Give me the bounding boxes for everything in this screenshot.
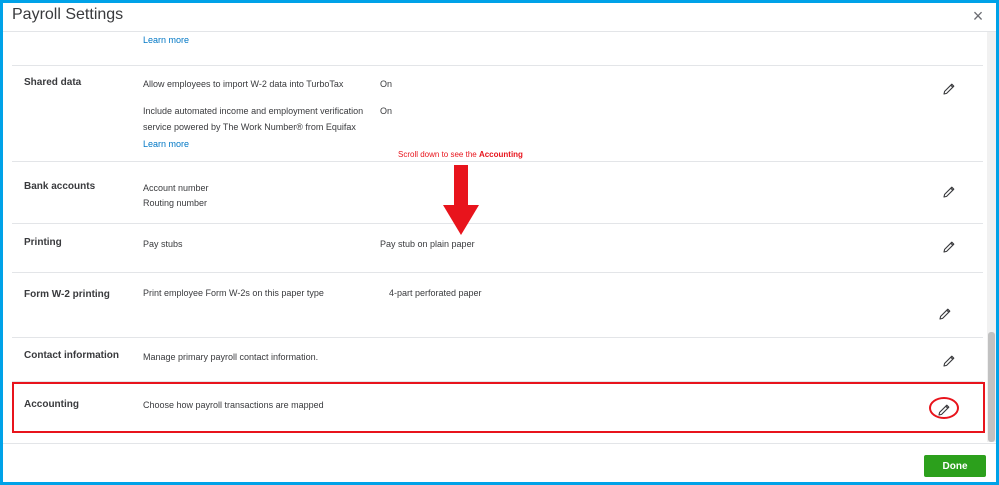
pencil-icon[interactable] xyxy=(942,82,956,96)
setting-value: On xyxy=(380,106,393,116)
setting-desc: Account number xyxy=(143,183,209,193)
done-button[interactable]: Done xyxy=(924,455,986,477)
scrollbar[interactable] xyxy=(987,32,996,442)
setting-value: On xyxy=(380,79,393,89)
pencil-icon[interactable] xyxy=(942,354,956,368)
section-shared-data: Shared data Allow employees to import W-… xyxy=(12,65,983,162)
section-label: Printing xyxy=(24,237,62,248)
section-label: Contact information xyxy=(24,350,119,361)
section-label: Bank accounts xyxy=(24,181,96,192)
section-printing: Printing Pay stubs Pay stub on plain pap… xyxy=(12,223,983,273)
pencil-icon[interactable] xyxy=(938,307,952,321)
payroll-settings-window: Payroll Settings × Learn more Shared dat… xyxy=(3,3,996,482)
section-label: Shared data xyxy=(24,77,82,88)
annotation-text: Scroll down to see the Accounting xyxy=(398,150,523,159)
pencil-icon[interactable] xyxy=(942,240,956,254)
section-w2-printing: Form W-2 printing Print employee Form W-… xyxy=(12,272,983,338)
setting-desc: Routing number xyxy=(143,198,208,208)
top-partial-row: Learn more xyxy=(12,32,983,66)
setting-desc: Manage primary payroll contact informati… xyxy=(143,352,319,362)
setting-desc: Allow employees to import W-2 data into … xyxy=(143,79,344,89)
section-bank-accounts: Bank accounts Account number Routing num… xyxy=(12,161,983,224)
window-title: Payroll Settings xyxy=(12,6,124,23)
arrow-down-icon xyxy=(443,165,479,240)
highlight-circle xyxy=(929,397,959,419)
title-bar: Payroll Settings × xyxy=(3,3,996,32)
learn-more-link[interactable]: Learn more xyxy=(143,139,189,149)
section-contact-information: Contact information Manage primary payro… xyxy=(12,337,983,382)
highlight-box xyxy=(12,382,985,433)
setting-value: Pay stub on plain paper xyxy=(380,239,475,249)
setting-desc: Include automated income and employment … xyxy=(143,106,364,116)
setting-desc: Print employee Form W-2s on this paper t… xyxy=(143,288,324,298)
setting-desc: Pay stubs xyxy=(143,239,183,249)
close-icon[interactable]: × xyxy=(968,6,988,26)
pencil-icon[interactable] xyxy=(942,185,956,199)
setting-desc: service powered by The Work Number® from… xyxy=(143,122,356,132)
setting-value: 4-part perforated paper xyxy=(389,288,482,298)
scrollbar-thumb[interactable] xyxy=(988,332,995,442)
footer: Done xyxy=(3,443,996,482)
learn-more-link[interactable]: Learn more xyxy=(143,35,189,45)
section-label: Form W-2 printing xyxy=(24,289,110,300)
